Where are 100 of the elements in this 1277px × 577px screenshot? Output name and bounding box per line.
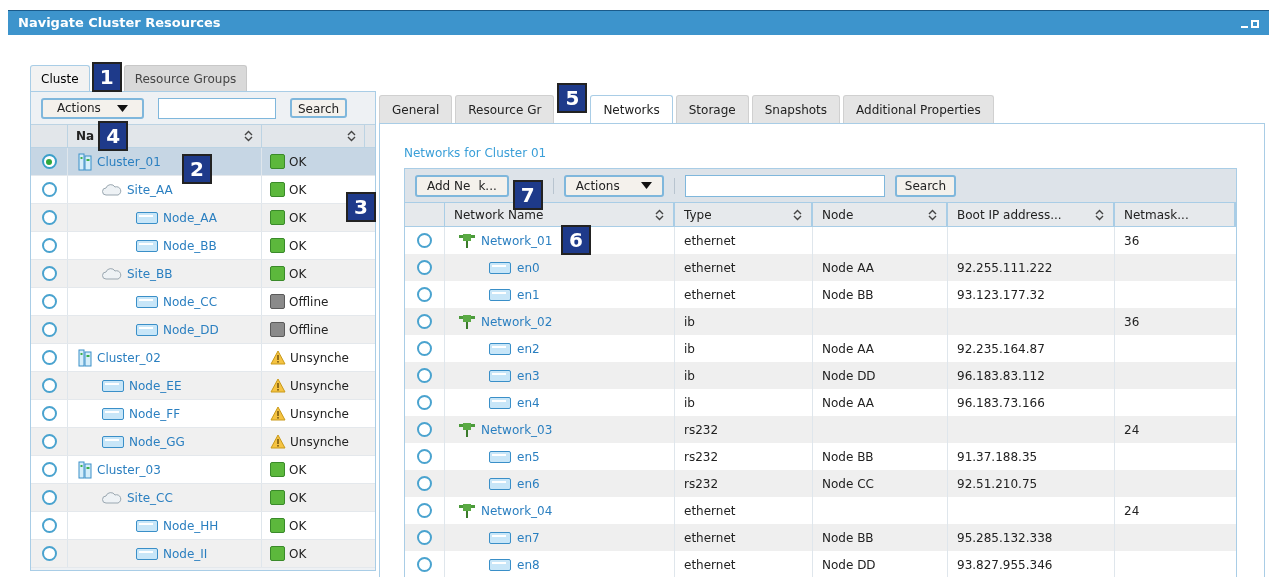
radio-button[interactable] bbox=[41, 266, 57, 281]
tree-item-link[interactable]: Node_GG bbox=[129, 432, 185, 451]
radio-button[interactable] bbox=[417, 260, 432, 275]
table-row[interactable]: en8 ethernet Node DD 93.827.955.346 bbox=[405, 551, 1236, 577]
tree-row[interactable]: Node_HH OK bbox=[31, 512, 375, 540]
table-row[interactable]: en0 ethernet Node AA 92.255.111.222 bbox=[405, 254, 1236, 281]
tree-row[interactable]: Node_II OK bbox=[31, 540, 375, 568]
search-field[interactable] bbox=[158, 97, 276, 119]
tree-row[interactable]: Site_BB OK bbox=[31, 260, 375, 288]
radio-button[interactable] bbox=[417, 530, 432, 545]
radio-button[interactable] bbox=[417, 314, 432, 329]
table-row[interactable]: en2 ib Node AA 92.235.164.87 bbox=[405, 335, 1236, 362]
maximize-button[interactable] bbox=[1251, 20, 1259, 28]
network-link[interactable]: en4 bbox=[517, 393, 540, 412]
sort-icon[interactable] bbox=[347, 130, 356, 142]
tree-item-link[interactable]: Site_CC bbox=[127, 488, 173, 507]
network-link[interactable]: Network_01 bbox=[481, 231, 553, 250]
radio-button[interactable] bbox=[41, 322, 57, 337]
sort-icon[interactable] bbox=[244, 130, 253, 142]
network-link[interactable]: en7 bbox=[517, 528, 540, 547]
network-link[interactable]: Network_02 bbox=[481, 312, 553, 331]
radio-button[interactable] bbox=[41, 490, 57, 505]
sort-icon[interactable] bbox=[655, 208, 664, 221]
table-row[interactable]: en3 ib Node DD 96.183.83.112 bbox=[405, 362, 1236, 389]
column-header[interactable]: Boot IP address... bbox=[957, 205, 1062, 224]
add-network-button[interactable]: Add Ne k... bbox=[415, 174, 509, 197]
radio-button[interactable] bbox=[41, 154, 57, 169]
tab[interactable]: Additional Properties bbox=[843, 95, 994, 123]
table-row[interactable]: Network_03 rs232 24 bbox=[405, 416, 1236, 443]
radio-button[interactable] bbox=[41, 546, 57, 561]
radio-button[interactable] bbox=[41, 378, 57, 393]
column-header[interactable]: Type bbox=[684, 205, 712, 224]
tree-item-link[interactable]: Node_AA bbox=[163, 208, 218, 227]
tree-item-link[interactable]: Node_HH bbox=[163, 516, 219, 535]
tree-item-link[interactable]: Cluster_03 bbox=[97, 460, 161, 479]
radio-button[interactable] bbox=[41, 238, 57, 253]
radio-button[interactable] bbox=[417, 341, 432, 356]
column-header[interactable]: Netmask... bbox=[1124, 205, 1189, 224]
tree-row[interactable]: Node_DD Offline bbox=[31, 316, 375, 344]
radio-button[interactable] bbox=[417, 557, 432, 572]
tab[interactable]: Cluste bbox=[30, 65, 90, 91]
tree-row[interactable]: Cluster_03 OK bbox=[31, 456, 375, 484]
tab[interactable]: Resource Gr bbox=[455, 95, 555, 123]
tree-row[interactable]: Node_GG Unsynche bbox=[31, 428, 375, 456]
radio-button[interactable] bbox=[41, 210, 57, 225]
tab[interactable]: Networks bbox=[590, 95, 673, 124]
actions-dropdown[interactable]: Actions bbox=[563, 174, 664, 197]
network-link[interactable]: en0 bbox=[517, 258, 540, 277]
tab[interactable]: Storage bbox=[675, 95, 749, 123]
tab[interactable]: Resource Groups bbox=[123, 65, 248, 91]
radio-button[interactable] bbox=[417, 395, 432, 410]
network-link[interactable]: en8 bbox=[517, 555, 540, 574]
radio-button[interactable] bbox=[417, 368, 432, 383]
radio-button[interactable] bbox=[41, 406, 57, 421]
table-row[interactable]: en4 ib Node AA 96.183.73.166 bbox=[405, 389, 1236, 416]
tree-item-link[interactable]: Node_DD bbox=[163, 320, 219, 339]
tree-item-link[interactable]: Node_II bbox=[163, 544, 208, 563]
tree-item-link[interactable]: Site_AA bbox=[127, 180, 173, 199]
radio-button[interactable] bbox=[41, 434, 57, 449]
network-link[interactable]: en3 bbox=[517, 366, 540, 385]
search-button[interactable]: Search bbox=[290, 98, 348, 118]
radio-button[interactable] bbox=[417, 233, 432, 248]
search-field[interactable] bbox=[684, 174, 885, 197]
tree-item-link[interactable]: Node_EE bbox=[129, 376, 182, 395]
network-link[interactable]: Network_03 bbox=[481, 420, 553, 439]
radio-button[interactable] bbox=[417, 449, 432, 464]
radio-button[interactable] bbox=[417, 422, 432, 437]
tree-row[interactable]: Node_EE Unsynche bbox=[31, 372, 375, 400]
network-link[interactable]: en1 bbox=[517, 285, 540, 304]
radio-button[interactable] bbox=[417, 503, 432, 518]
radio-button[interactable] bbox=[41, 182, 57, 197]
radio-button[interactable] bbox=[41, 518, 57, 533]
network-link[interactable]: en5 bbox=[517, 447, 540, 466]
sort-icon[interactable] bbox=[793, 208, 802, 221]
tree-row[interactable]: Node_BB OK bbox=[31, 232, 375, 260]
sort-icon[interactable] bbox=[928, 208, 937, 221]
search-button[interactable]: Search bbox=[894, 174, 957, 197]
table-row[interactable]: en6 rs232 Node CC 92.51.210.75 bbox=[405, 470, 1236, 497]
network-link[interactable]: en2 bbox=[517, 339, 540, 358]
radio-button[interactable] bbox=[417, 476, 432, 491]
column-header[interactable]: Node bbox=[822, 205, 854, 224]
radio-button[interactable] bbox=[41, 462, 57, 477]
network-link[interactable]: Network_04 bbox=[481, 501, 553, 520]
tree-row[interactable]: Node_FF Unsynche bbox=[31, 400, 375, 428]
tab[interactable]: Snapshots bbox=[751, 95, 841, 123]
tree-item-link[interactable]: Node_BB bbox=[163, 236, 217, 255]
tree-row[interactable]: Cluster_02 Unsynche bbox=[31, 344, 375, 372]
tab[interactable]: General bbox=[379, 95, 453, 123]
sort-icon[interactable] bbox=[1095, 208, 1104, 221]
radio-button[interactable] bbox=[41, 294, 57, 309]
tree-item-link[interactable]: Node_FF bbox=[129, 404, 181, 423]
network-link[interactable]: en6 bbox=[517, 474, 540, 493]
radio-button[interactable] bbox=[41, 350, 57, 365]
tree-item-link[interactable]: Node_CC bbox=[163, 292, 218, 311]
tree-row[interactable]: Node_CC Offline bbox=[31, 288, 375, 316]
tree-row[interactable]: Site_CC OK bbox=[31, 484, 375, 512]
table-row[interactable]: en5 rs232 Node BB 91.37.188.35 bbox=[405, 443, 1236, 470]
column-header[interactable]: Na bbox=[76, 127, 95, 145]
radio-button[interactable] bbox=[417, 287, 432, 302]
tree-item-link[interactable]: Site_BB bbox=[127, 264, 173, 283]
